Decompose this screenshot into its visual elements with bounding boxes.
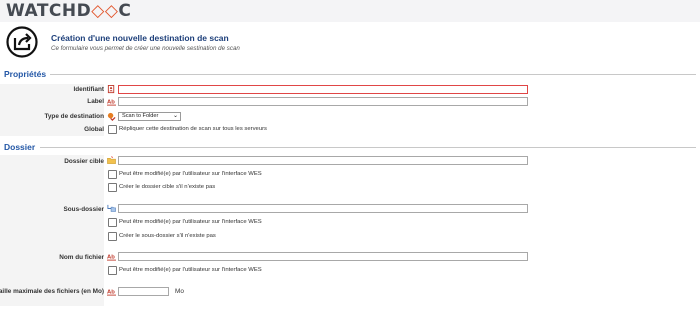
label-input[interactable] [118, 97, 528, 106]
filename-editable-text: Peut être modifié(e) par l'utilisateur s… [119, 267, 262, 273]
max-size-input[interactable] [118, 287, 169, 296]
global-checkbox[interactable] [108, 125, 117, 134]
identifier-label: Identifiant [73, 86, 104, 93]
dest-type-select[interactable]: Scan to Folder ⌄ [118, 112, 181, 121]
watchdoc-logo: WATCHD◇◇C [6, 1, 132, 21]
max-size-label: Taille maximale des fichiers (en Mo) [0, 288, 104, 295]
dest-type-value: Scan to Folder [122, 113, 159, 119]
target-folder-editable-checkbox[interactable] [108, 170, 117, 179]
section-folder: Dossier [4, 142, 36, 152]
page-subtitle: Ce formulaire vous permet de créer une n… [51, 45, 240, 52]
svg-text:Ab: Ab [107, 99, 115, 105]
subfolder-editable-checkbox[interactable] [108, 218, 117, 227]
subfolder-create-text: Créer le sous-dossier s'il n'existe pas [119, 233, 216, 239]
identifier-input[interactable] [118, 85, 528, 94]
chevron-down-icon: ⌄ [172, 113, 178, 119]
target-folder-create-checkbox[interactable] [108, 183, 117, 192]
target-folder-create-text: Créer le dossier cible s'il n'existe pas [119, 184, 216, 190]
section-divider [40, 147, 696, 148]
folder-icon [107, 156, 116, 164]
subfolder-create-checkbox[interactable] [108, 232, 117, 241]
subfolder-label: Sous-dossier [63, 206, 105, 213]
id-card-icon [107, 85, 115, 94]
max-size-unit: Mo [175, 288, 184, 295]
dest-type-label: Type de destination [44, 113, 104, 120]
ab-text-icon: Ab [107, 99, 116, 106]
ab-text-icon: Ab [107, 289, 116, 296]
destination-icon [107, 112, 116, 121]
subfolder-editable-text: Peut être modifié(e) par l'utilisateur s… [119, 219, 262, 225]
svg-text:Ab: Ab [107, 254, 115, 260]
global-checkbox-text: Répliquer cette destination de scan sur … [119, 126, 267, 132]
filename-editable-checkbox[interactable] [108, 266, 117, 275]
target-folder-input[interactable] [118, 156, 528, 165]
label-label: Label [87, 98, 104, 105]
svg-text:Ab: Ab [107, 289, 115, 295]
filename-label: Nom du fichier [59, 254, 104, 261]
section-properties: Propriétés [4, 69, 47, 79]
subfolder-icon [107, 204, 116, 212]
target-folder-label: Dossier cible [64, 158, 104, 165]
filename-input[interactable] [118, 252, 528, 261]
page-title: Création d'une nouvelle destination de s… [51, 33, 229, 43]
subfolder-input[interactable] [118, 204, 528, 213]
global-label: Global [84, 126, 104, 133]
ab-text-icon: Ab [107, 254, 116, 261]
target-folder-editable-text: Peut être modifié(e) par l'utilisateur s… [119, 171, 262, 177]
section-divider [50, 74, 696, 75]
label-column [0, 155, 104, 306]
top-bar: WATCHD◇◇C [0, 0, 700, 22]
export-icon [6, 26, 38, 58]
